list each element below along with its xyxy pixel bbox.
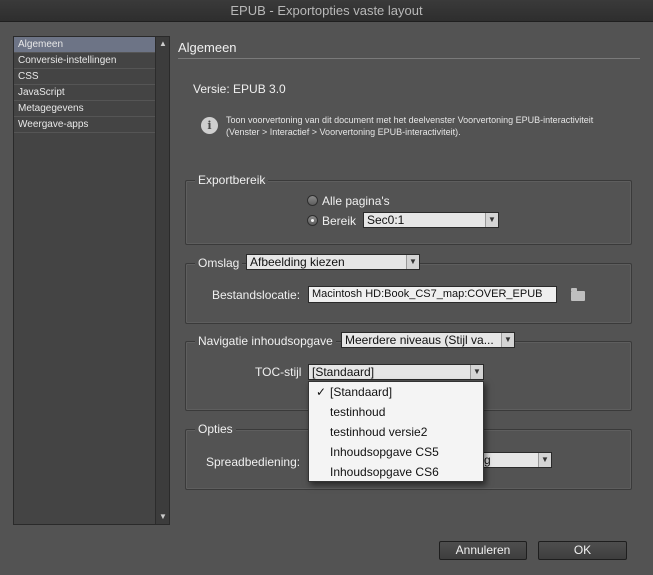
folder-icon[interactable] — [571, 288, 585, 301]
cover-select[interactable]: Afbeelding kiezen ▼ — [246, 254, 420, 270]
toc-style-dropdown-menu: ✓ [Standaard] testinhoud testinhoud vers… — [308, 381, 484, 482]
toc-style-option[interactable]: testinhoud versie2 — [309, 422, 483, 442]
info-text-line-2: (Venster > Interactief > Voorvertoning E… — [226, 127, 461, 137]
section-divider — [178, 58, 640, 59]
cover-legend: Omslag — [195, 256, 243, 270]
sidebar: Algemeen Conversie-instellingen CSS Java… — [13, 36, 170, 525]
file-location-label: Bestandslocatie: — [212, 288, 301, 302]
toc-style-option-label: Inhoudsopgave CS5 — [330, 445, 439, 459]
options-legend: Opties — [195, 422, 236, 436]
sidebar-item-conversie-instellingen[interactable]: Conversie-instellingen — [14, 53, 156, 69]
scroll-up-arrow-icon[interactable]: ▲ — [156, 37, 170, 51]
toc-style-option-label: testinhoud — [330, 405, 386, 419]
cover-select-value: Afbeelding kiezen — [250, 255, 345, 269]
spread-control-label: Spreadbediening: — [206, 455, 301, 469]
chevron-down-icon[interactable]: ▼ — [501, 333, 514, 347]
scroll-down-arrow-icon[interactable]: ▼ — [156, 510, 170, 524]
toc-navigation-select-value: Meerdere niveaus (Stijl va... — [345, 333, 494, 347]
chevron-down-icon[interactable]: ▼ — [470, 365, 483, 379]
toc-style-label: TOC-stijl — [255, 365, 302, 379]
toc-style-option[interactable]: Inhoudsopgave CS6 — [309, 462, 483, 482]
range-radio[interactable] — [307, 215, 318, 226]
chevron-down-icon[interactable]: ▼ — [538, 453, 551, 467]
toc-style-option[interactable]: testinhoud — [309, 402, 483, 422]
version-label: Versie: EPUB 3.0 — [193, 82, 286, 96]
all-pages-label[interactable]: Alle pagina's — [322, 194, 390, 208]
sidebar-item-algemeen[interactable]: Algemeen — [14, 37, 156, 53]
sidebar-item-javascript[interactable]: JavaScript — [14, 85, 156, 101]
toc-navigation-select[interactable]: Meerdere niveaus (Stijl va... ▼ — [341, 332, 515, 348]
toc-style-option-label: testinhoud versie2 — [330, 425, 428, 439]
file-location-field[interactable]: Macintosh HD:Book_CS7_map:COVER_EPUB — [308, 286, 557, 303]
sidebar-item-metagegevens[interactable]: Metagegevens — [14, 101, 156, 117]
toc-style-select[interactable]: [Standaard] ▼ — [308, 364, 484, 380]
checkmark-icon: ✓ — [316, 385, 327, 399]
sidebar-item-weergave-apps[interactable]: Weergave-apps — [14, 117, 156, 133]
export-range-legend: Exportbereik — [195, 173, 269, 187]
chevron-down-icon[interactable]: ▼ — [406, 255, 419, 269]
toc-style-option[interactable]: ✓ [Standaard] — [309, 382, 483, 402]
toc-style-select-value: [Standaard] — [312, 365, 375, 379]
range-select-value: Sec0:1 — [367, 213, 405, 227]
range-select[interactable]: Sec0:1 ▼ — [363, 212, 499, 228]
info-text-line-1: Toon voorvertoning van dit document met … — [226, 115, 594, 125]
range-label[interactable]: Bereik — [322, 214, 356, 228]
all-pages-radio[interactable] — [307, 195, 318, 206]
ok-button[interactable]: OK — [538, 541, 627, 560]
sidebar-list: Algemeen Conversie-instellingen CSS Java… — [14, 37, 156, 133]
chevron-down-icon[interactable]: ▼ — [485, 213, 498, 227]
toc-style-option-label: [Standaard] — [330, 385, 393, 399]
info-icon: i — [201, 117, 218, 134]
section-title: Algemeen — [178, 40, 237, 55]
sidebar-scrollbar[interactable]: ▲ ▼ — [155, 37, 169, 524]
toc-style-option[interactable]: Inhoudsopgave CS5 — [309, 442, 483, 462]
toc-style-option-label: Inhoudsopgave CS6 — [330, 465, 439, 479]
window-title: EPUB - Exportopties vaste layout — [0, 0, 653, 22]
toc-legend: Navigatie inhoudsopgave — [195, 334, 336, 348]
info-text: Toon voorvertoning van dit document met … — [226, 114, 636, 138]
sidebar-item-css[interactable]: CSS — [14, 69, 156, 85]
cancel-button[interactable]: Annuleren — [439, 541, 527, 560]
